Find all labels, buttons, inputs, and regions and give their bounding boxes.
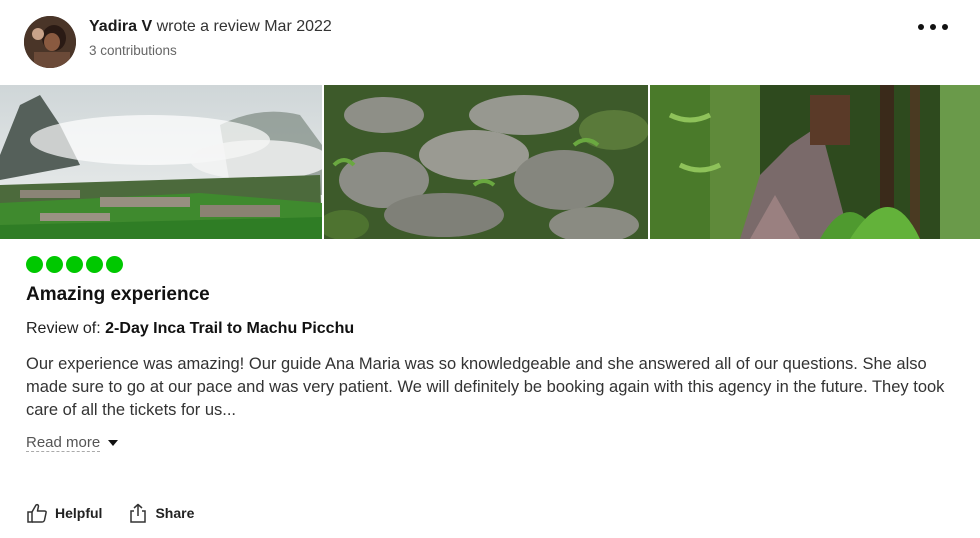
thumbs-up-icon: [27, 503, 47, 523]
rating-bubble: [106, 256, 123, 273]
tour-link[interactable]: 2-Day Inca Trail to Machu Picchu: [105, 320, 354, 337]
rating-bubble: [26, 256, 43, 273]
share-button[interactable]: Share: [128, 503, 194, 523]
photo-stone-path[interactable]: [324, 85, 648, 239]
rating-bubble: [66, 256, 83, 273]
photo-forest-trail[interactable]: [650, 85, 980, 239]
review-of: Review of: 2-Day Inca Trail to Machu Pic…: [26, 320, 354, 338]
rating-bubble: [46, 256, 63, 273]
rating-bubbles: [26, 256, 123, 273]
rating-bubble: [86, 256, 103, 273]
avatar[interactable]: [24, 16, 76, 68]
review-text: Our experience was amazing! Our guide An…: [26, 355, 945, 419]
review-header: Yadira V wrote a review Mar 2022 3 contr…: [89, 17, 332, 58]
review-card: Yadira V wrote a review Mar 2022 3 contr…: [0, 0, 980, 538]
share-icon: [130, 503, 147, 523]
helpful-button[interactable]: Helpful: [26, 503, 102, 523]
read-more-label: Read more: [26, 434, 101, 452]
review-actions: Helpful Share: [26, 503, 194, 523]
author-line: Yadira V wrote a review Mar 2022: [89, 17, 332, 37]
review-action: wrote a review: [156, 18, 260, 35]
review-date: Mar 2022: [264, 18, 332, 35]
helpful-label: Helpful: [55, 505, 103, 521]
contributions-count: 3 contributions: [89, 43, 177, 58]
review-of-label: Review of:: [26, 320, 101, 337]
more-options-icon[interactable]: [918, 16, 948, 38]
caret-down-icon: [108, 440, 119, 446]
author-name[interactable]: Yadira V: [89, 18, 152, 35]
photo-machu-picchu[interactable]: [0, 85, 322, 239]
review-title: Amazing experience: [26, 284, 210, 305]
review-photos: [0, 85, 980, 239]
read-more-button[interactable]: Read more: [26, 434, 119, 452]
share-label: Share: [155, 505, 195, 521]
